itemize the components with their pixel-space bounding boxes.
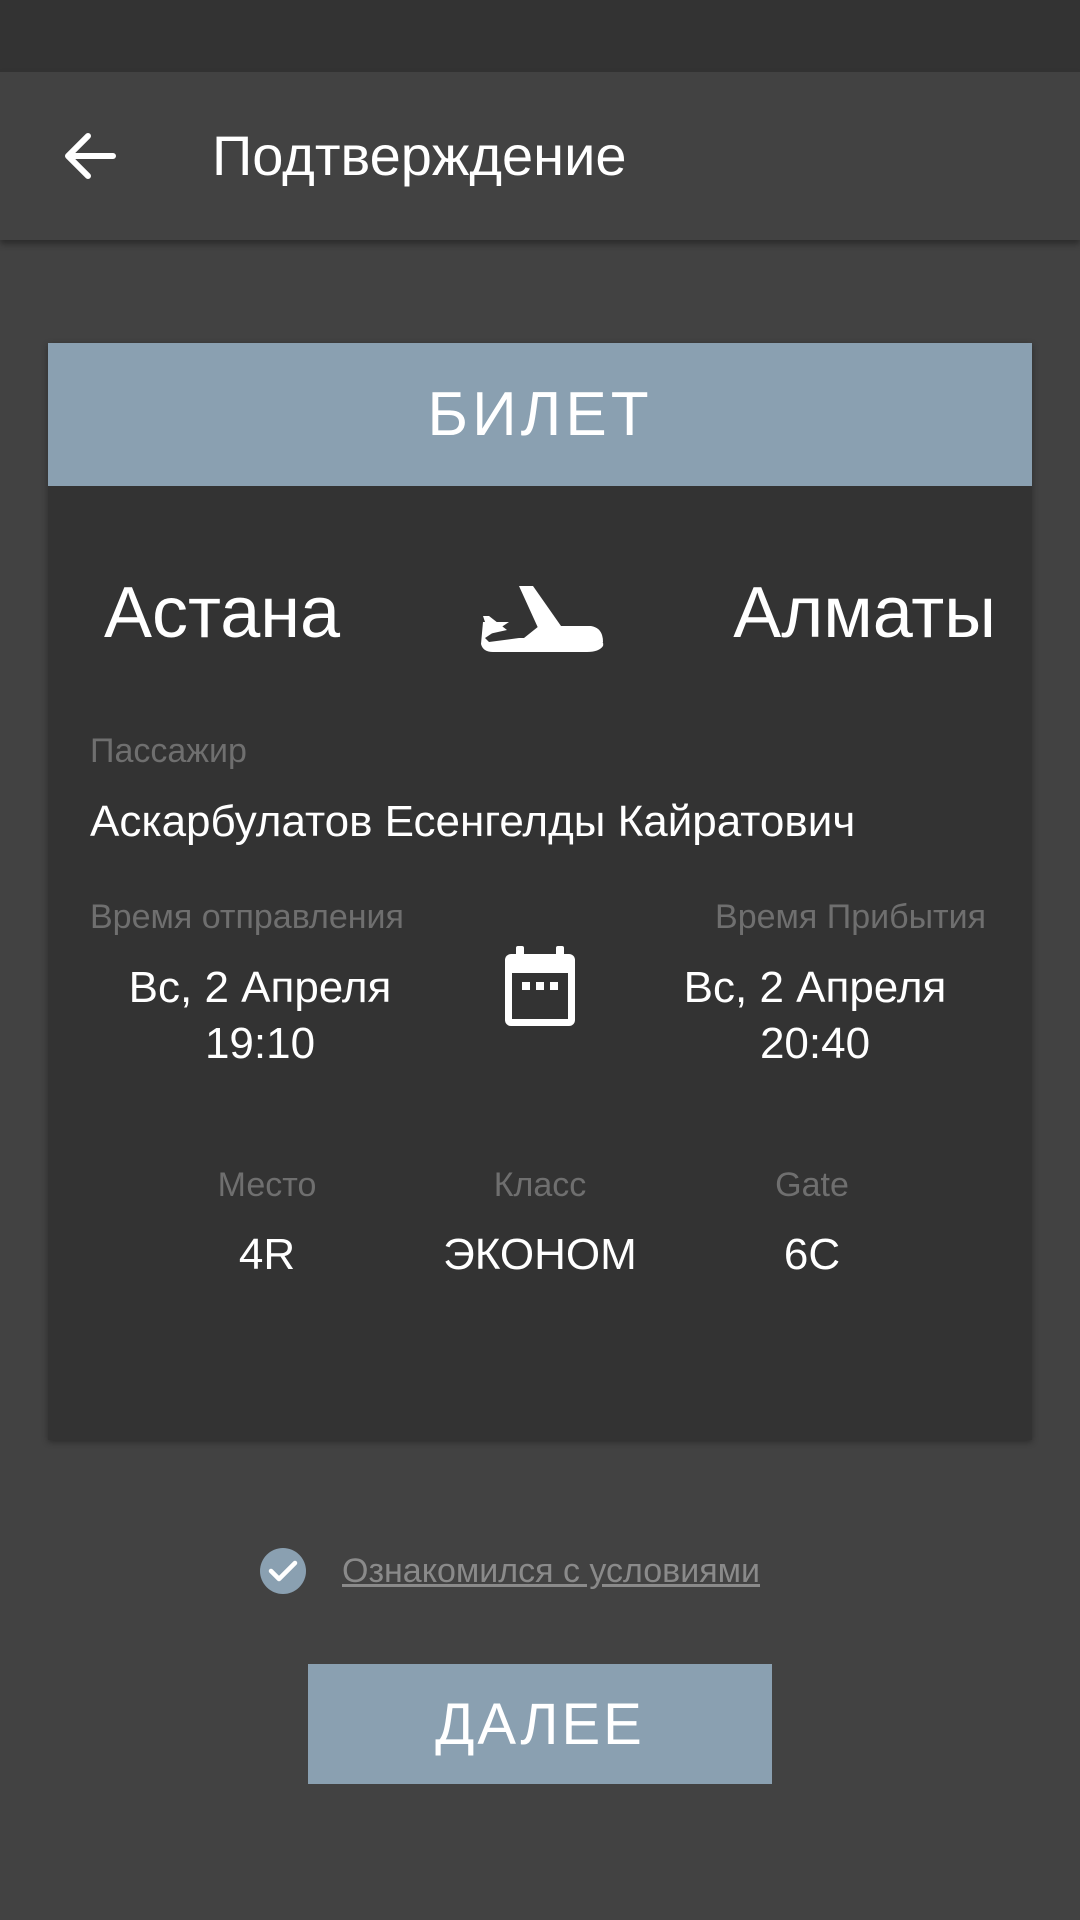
terms-link[interactable]: Ознакомился с условиями <box>342 1551 760 1591</box>
page-title: Подтверждение <box>212 124 627 187</box>
arrival-label: Время Прибытия <box>715 898 986 936</box>
arrival-date: Вс, 2 Апреля <box>683 963 947 1012</box>
checkmark-icon[interactable] <box>260 1548 306 1594</box>
calendar-icon <box>505 946 575 1026</box>
gate-info: Gate 6C <box>682 1165 942 1281</box>
gate-label: Gate <box>775 1166 849 1204</box>
ticket-header-label: БИЛЕТ <box>427 380 653 449</box>
departure-label: Время отправления <box>90 898 404 936</box>
class-info: Класс ЭКОНОМ <box>410 1165 670 1281</box>
seat-info: Место 4R <box>137 1165 397 1281</box>
arrival-datetime: Вс, 2 Апреля 20:40 <box>645 960 985 1072</box>
departure-time: 19:10 <box>204 1019 316 1068</box>
airplane-icon <box>481 586 604 652</box>
passenger-name: Аскарбулатов Есенгелды Кайратович <box>90 797 856 846</box>
departure-date: Вс, 2 Апреля <box>128 963 392 1012</box>
ticket-header: БИЛЕТ <box>48 343 1032 486</box>
back-button[interactable] <box>52 122 128 190</box>
class-value: ЭКОНОМ <box>443 1230 637 1279</box>
seat-label: Место <box>217 1166 317 1204</box>
departure-datetime: Вс, 2 Апреля 19:10 <box>90 960 430 1072</box>
terms-checkbox[interactable]: Ознакомился с условиями <box>260 1548 760 1594</box>
gate-value: 6C <box>783 1230 841 1279</box>
status-bar <box>0 0 1080 72</box>
arrival-city: Алматы <box>733 573 996 653</box>
next-button[interactable]: ДАЛЕЕ <box>308 1664 772 1784</box>
app-bar: Подтверждение <box>0 72 1080 240</box>
departure-city: Астана <box>104 573 341 653</box>
arrival-time: 20:40 <box>759 1019 871 1068</box>
seat-value: 4R <box>238 1230 296 1279</box>
ticket-card: БИЛЕТ Астана Алматы Пассажир Аскарбулато… <box>48 343 1032 1440</box>
passenger-label: Пассажир <box>90 732 247 770</box>
class-label: Класс <box>493 1166 587 1204</box>
arrow-left-icon <box>65 133 116 179</box>
